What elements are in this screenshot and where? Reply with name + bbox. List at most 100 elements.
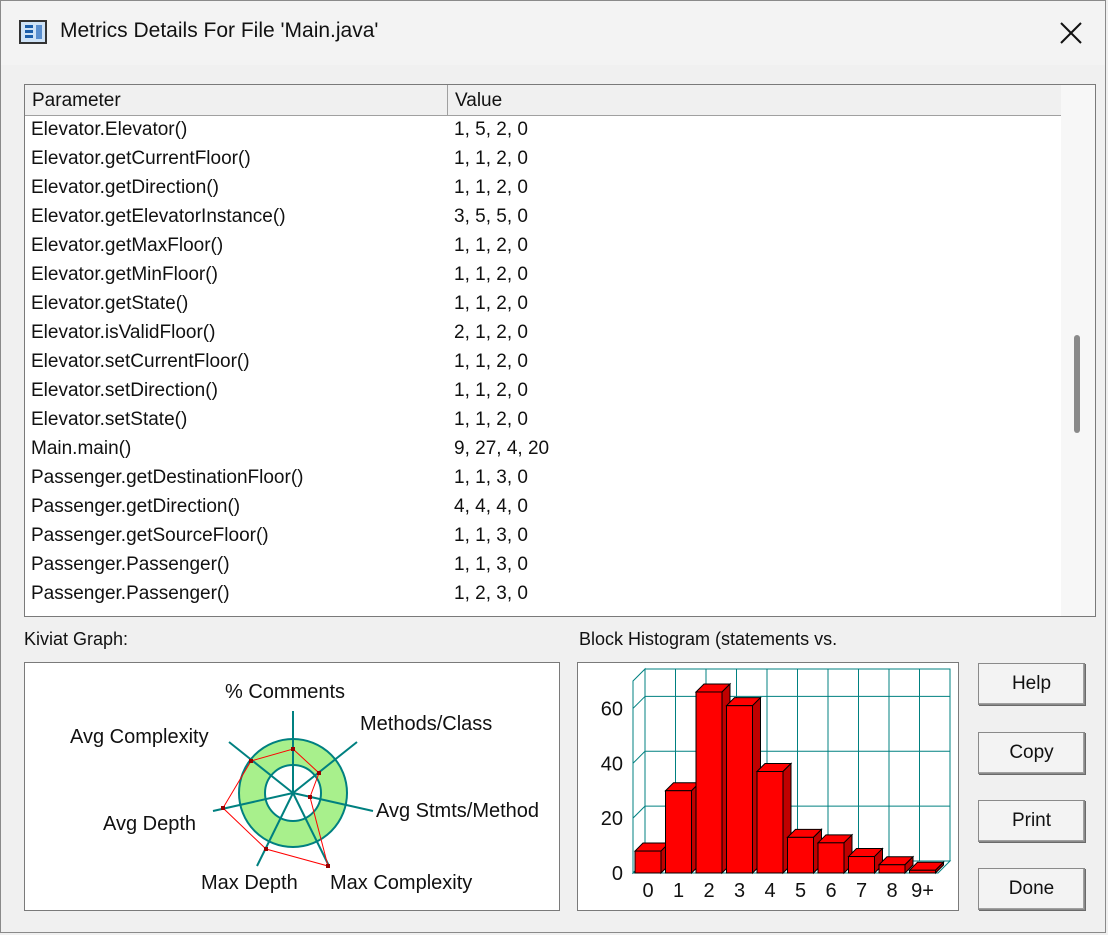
kiviat-axis-label: Avg Depth [103, 813, 197, 835]
column-header-parameter[interactable]: Parameter [25, 85, 448, 115]
parameter-cell: Elevator.getMinFloor() [31, 264, 218, 285]
parameter-cell: Passenger.getSourceFloor() [31, 525, 269, 546]
table-row[interactable]: Elevator.getMinFloor() 1, 1, 2, 0 [25, 262, 1062, 291]
table-row[interactable]: Elevator.getMaxFloor() 1, 1, 2, 0 [25, 233, 1062, 262]
histogram-bar-front [817, 842, 845, 874]
block-histogram-panel: 0 20 40 60 0 1 2 3 4 5 6 7 8 9+ [577, 662, 959, 911]
histogram-bar-front [665, 790, 692, 874]
histogram-bar-front [848, 856, 875, 874]
parameter-cell: Elevator.Elevator() [31, 119, 188, 140]
table-row[interactable]: Elevator.setState() 1, 1, 2, 0 [25, 407, 1062, 436]
parameter-cell: Elevator.getState() [31, 293, 189, 314]
parameter-cell: Elevator.setCurrentFloor() [31, 351, 250, 372]
histogram-bar [725, 696, 762, 875]
value-cell: 1, 1, 2, 0 [454, 264, 528, 285]
title-bar[interactable]: Metrics Details For File 'Main.java' [1, 1, 1105, 65]
help-button[interactable]: Help [978, 663, 1085, 705]
value-cell: 3, 5, 5, 0 [454, 206, 528, 227]
value-cell: 1, 1, 3, 0 [454, 467, 528, 488]
x-tick-label: 9+ [911, 880, 934, 902]
table-row[interactable]: Passenger.Passenger() 1, 1, 3, 0 [25, 552, 1062, 581]
parameter-cell: Elevator.setDirection() [31, 380, 218, 401]
histogram-bar [847, 847, 884, 875]
parameter-cell: Main.main() [31, 438, 132, 459]
table-row[interactable]: Elevator.setDirection() 1, 1, 2, 0 [25, 378, 1062, 407]
histogram-bar-front [634, 850, 662, 874]
column-header-value[interactable]: Value [448, 85, 1062, 115]
scrollbar-thumb[interactable] [1074, 335, 1080, 433]
table-row[interactable]: Elevator.getCurrentFloor() 1, 1, 2, 0 [25, 146, 1062, 175]
close-button[interactable] [1051, 13, 1091, 53]
x-tick-label: 5 [795, 880, 806, 902]
histogram-bar [664, 781, 701, 875]
table-row[interactable]: Elevator.Elevator() 1, 5, 2, 0 [25, 117, 1062, 146]
parameter-cell: Elevator.getElevatorInstance() [31, 206, 286, 227]
histogram-bar-front [695, 691, 723, 874]
histogram-bar [694, 682, 732, 875]
value-cell: 1, 1, 2, 0 [454, 293, 528, 314]
table-row[interactable]: Elevator.isValidFloor() 2, 1, 2, 0 [25, 320, 1062, 349]
x-tick-label: 3 [734, 880, 745, 902]
kiviat-graph-label: Kiviat Graph: [24, 629, 129, 649]
y-tick-label: 20 [601, 808, 623, 830]
parameter-cell: Elevator.getDirection() [31, 177, 219, 198]
x-tick-label: 8 [886, 880, 897, 902]
copy-button[interactable]: Copy [978, 732, 1085, 774]
vertical-scrollbar[interactable] [1061, 85, 1095, 616]
y-tick-label: 40 [601, 753, 623, 775]
table-row[interactable]: Elevator.getDirection() 1, 1, 2, 0 [25, 175, 1062, 204]
value-cell: 2, 1, 2, 0 [454, 322, 528, 343]
table-header: Parameter Value [25, 85, 1062, 116]
x-tick-label: 4 [764, 880, 775, 902]
histogram-bar-front [726, 705, 753, 874]
x-tick-label: 7 [856, 880, 867, 902]
value-cell: 1, 2, 3, 0 [454, 583, 528, 604]
value-cell: 1, 1, 2, 0 [454, 177, 528, 198]
table-row[interactable]: Passenger.getSourceFloor() 1, 1, 3, 0 [25, 523, 1062, 552]
value-cell: 1, 5, 2, 0 [454, 119, 528, 140]
histogram-bar-front [756, 771, 784, 874]
block-histogram-label: Block Histogram (statements vs. [579, 629, 838, 649]
value-cell: 1, 1, 3, 0 [454, 525, 528, 546]
table-row[interactable]: Main.main() 9, 27, 4, 20 [25, 436, 1062, 465]
histogram-bar [877, 855, 915, 875]
metrics-details-window: Metrics Details For File 'Main.java' Par… [0, 0, 1106, 933]
parameter-cell: Elevator.setState() [31, 409, 188, 430]
histogram-bar-front [909, 869, 936, 874]
value-cell: 1, 1, 2, 0 [454, 380, 528, 401]
parameter-cell: Passenger.Passenger() [31, 554, 230, 575]
kiviat-graph-panel: % Comments Methods/Class Avg Stmts/Metho… [24, 662, 560, 911]
kiviat-axis-label: % Comments [225, 681, 346, 703]
window-title: Metrics Details For File 'Main.java' [60, 19, 379, 42]
histogram-bar [786, 828, 823, 875]
y-tick-label: 0 [612, 863, 623, 885]
histogram-bar-front [878, 864, 906, 874]
parameter-cell: Elevator.getCurrentFloor() [31, 148, 251, 169]
x-tick-label: 0 [642, 880, 653, 902]
value-cell: 1, 1, 2, 0 [454, 148, 528, 169]
app-window-icon [19, 20, 47, 44]
histogram-bar-front [787, 836, 814, 874]
table-row[interactable]: Elevator.setCurrentFloor() 1, 1, 2, 0 [25, 349, 1062, 378]
x-tick-label: 2 [703, 880, 714, 902]
histogram-bar [633, 841, 671, 875]
parameter-cell: Passenger.Passenger() [31, 583, 230, 604]
x-tick-label: 1 [673, 880, 684, 902]
parameter-cell: Passenger.getDestinationFloor() [31, 467, 304, 488]
parameter-cell: Elevator.isValidFloor() [31, 322, 216, 343]
kiviat-axis-label: Avg Stmts/Method [376, 800, 540, 822]
table-row[interactable]: Passenger.Passenger() 1, 2, 3, 0 [25, 581, 1062, 610]
histogram-bar [816, 833, 854, 875]
table-row[interactable]: Passenger.getDestinationFloor() 1, 1, 3, … [25, 465, 1062, 494]
value-cell: 1, 1, 2, 0 [454, 351, 528, 372]
value-cell: 1, 1, 2, 0 [454, 235, 528, 256]
kiviat-axis-label: Max Complexity [330, 872, 473, 894]
table-row[interactable]: Passenger.getDirection() 4, 4, 4, 0 [25, 494, 1062, 523]
print-button[interactable]: Print [978, 800, 1085, 842]
table-row[interactable]: Elevator.getElevatorInstance() 3, 5, 5, 0 [25, 204, 1062, 233]
close-icon [1060, 22, 1082, 44]
parameter-cell: Passenger.getDirection() [31, 496, 241, 517]
done-button[interactable]: Done [978, 868, 1085, 910]
table-row[interactable]: Elevator.getState() 1, 1, 2, 0 [25, 291, 1062, 320]
x-tick-label: 6 [825, 880, 836, 902]
